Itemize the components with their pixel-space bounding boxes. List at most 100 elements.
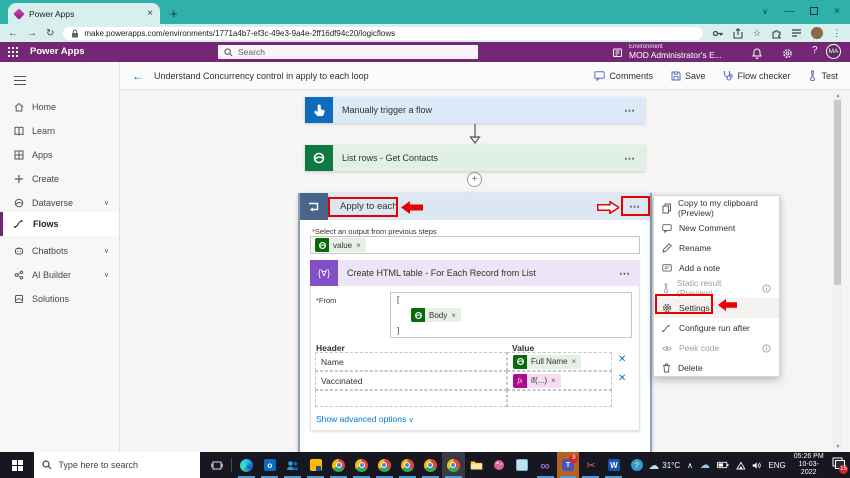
sidebar-item-solutions[interactable]: Solutions <box>0 288 119 310</box>
network-icon[interactable] <box>735 461 746 470</box>
extensions-puzzle-icon[interactable] <box>771 28 782 39</box>
taskbar-search-input[interactable]: Type here to search <box>34 452 200 478</box>
sidebar-hamburger-icon[interactable] <box>14 76 26 85</box>
value-token[interactable]: value × <box>315 238 366 252</box>
browser-back-icon[interactable]: ← <box>8 28 18 39</box>
bookmark-star-icon[interactable]: ☆ <box>752 28 762 39</box>
chrome-icon[interactable] <box>419 452 442 478</box>
insert-step-button[interactable]: + <box>467 172 482 187</box>
start-button[interactable] <box>0 452 34 478</box>
header-cell-empty[interactable] <box>315 390 507 407</box>
edge-icon[interactable] <box>235 452 258 478</box>
token-remove-icon[interactable]: × <box>451 311 456 320</box>
weather-widget[interactable]: ☁ 31°C <box>648 459 680 472</box>
output-field[interactable]: value × <box>310 236 640 254</box>
visual-studio-icon[interactable]: ∞ <box>534 452 557 478</box>
window-close-button[interactable]: × <box>834 6 840 17</box>
full-name-token[interactable]: Full Name × <box>513 354 582 369</box>
menu-item-new-comment[interactable]: New Comment <box>654 218 779 238</box>
sidebar-item-chatbots[interactable]: Chatbots ∨ <box>0 240 119 262</box>
trigger-card-menu-icon[interactable]: ⋯ <box>624 104 645 117</box>
outlook-icon[interactable]: o <box>258 452 281 478</box>
people-icon[interactable] <box>281 452 304 478</box>
url-field[interactable]: make.powerapps.com/environments/1771a4b7… <box>63 26 704 40</box>
teams-icon[interactable]: T 9 <box>556 452 580 478</box>
token-remove-icon[interactable]: × <box>571 357 576 366</box>
delete-row-icon[interactable]: ✕ <box>618 354 626 365</box>
token-remove-icon[interactable]: × <box>356 241 361 250</box>
value-cell[interactable]: fx if(...) × <box>507 371 612 390</box>
sidebar-item-dataverse[interactable]: Dataverse ∨ <box>0 192 119 214</box>
browser-menu-dots-icon[interactable]: ⋮ <box>832 28 842 39</box>
menu-item-add-note[interactable]: Add a note <box>654 258 779 278</box>
environment-picker[interactable]: Environment MOD Administrator's E... <box>612 44 722 60</box>
sidebar-item-apps[interactable]: Apps <box>0 144 119 166</box>
help-icon[interactable]: ? <box>812 45 818 56</box>
file-explorer-icon[interactable] <box>465 452 488 478</box>
sidebar-item-ai-builder[interactable]: AI Builder ∨ <box>0 264 119 286</box>
onedrive-cloud-icon[interactable]: ☁ <box>700 460 710 471</box>
sidebar-item-learn[interactable]: Learn <box>0 120 119 142</box>
snipping-tool-icon[interactable]: ✂ <box>579 452 602 478</box>
reading-list-icon[interactable] <box>791 28 802 39</box>
create-html-table-header[interactable]: {∀} Create HTML table - For Each Record … <box>310 260 640 286</box>
chrome-icon[interactable] <box>327 452 350 478</box>
trigger-card[interactable]: Manually trigger a flow ⋯ <box>305 97 645 123</box>
chrome-icon[interactable] <box>396 452 419 478</box>
account-avatar[interactable]: MA <box>826 44 841 59</box>
taskbar-clock[interactable]: 05:26 PM 10-03-2022 <box>793 453 825 477</box>
browser-profile-avatar[interactable] <box>811 27 823 39</box>
menu-item-configure-run-after[interactable]: Configure run after <box>654 318 779 338</box>
body-token[interactable]: Body × <box>411 308 461 322</box>
from-field[interactable]: [ Body × ] <box>390 292 632 338</box>
task-view-icon[interactable] <box>206 452 229 478</box>
word-icon[interactable]: W <box>602 452 625 478</box>
sticky-notes-icon[interactable] <box>304 452 327 478</box>
window-maximize-button[interactable] <box>810 7 819 15</box>
value-cell-empty[interactable] <box>507 390 612 407</box>
test-button[interactable]: Test <box>808 70 838 81</box>
create-html-table-menu-icon[interactable]: ⋯ <box>619 267 640 280</box>
scrollbar-thumb[interactable] <box>834 100 841 285</box>
tab-close-icon[interactable]: × <box>147 8 153 19</box>
comments-button[interactable]: Comments <box>594 71 653 81</box>
global-search-input[interactable]: Search <box>218 45 478 59</box>
action-center-icon[interactable]: 15 <box>832 457 848 474</box>
header-cell[interactable]: Name <box>315 352 507 371</box>
scroll-up-arrow[interactable]: ▲ <box>834 93 842 99</box>
token-remove-icon[interactable]: × <box>551 376 556 385</box>
tab-search-chevron-icon[interactable]: ∨ <box>762 7 768 16</box>
browser-forward-icon[interactable]: → <box>27 28 37 39</box>
chrome-icon[interactable] <box>350 452 373 478</box>
flow-checker-button[interactable]: Flow checker <box>723 70 790 81</box>
language-indicator[interactable]: ENG <box>768 461 785 470</box>
window-minimize-button[interactable]: — <box>784 6 794 17</box>
save-button[interactable]: Save <box>671 71 705 81</box>
battery-icon[interactable] <box>717 461 729 469</box>
paint3d-icon[interactable] <box>488 452 511 478</box>
browser-reload-icon[interactable]: ↻ <box>46 28 54 39</box>
sidebar-item-home[interactable]: Home <box>0 96 119 118</box>
new-tab-button[interactable]: + <box>170 6 178 21</box>
password-key-icon[interactable] <box>712 28 723 39</box>
expression-token[interactable]: fx if(...) × <box>513 373 561 388</box>
hidden-icons-chevron[interactable]: ∧ <box>687 461 693 470</box>
share-icon[interactable] <box>732 27 743 39</box>
delete-row-icon[interactable]: ✕ <box>618 373 626 384</box>
back-arrow-icon[interactable]: ← <box>132 69 144 83</box>
menu-item-delete[interactable]: Delete <box>654 358 779 378</box>
browser-tab[interactable]: Power Apps × <box>8 3 160 24</box>
sidebar-item-flows[interactable]: Flows <box>0 212 119 236</box>
list-rows-card[interactable]: List rows - Get Contacts ⋯ <box>305 145 645 171</box>
notepad-icon[interactable] <box>511 452 534 478</box>
waffle-menu-icon[interactable] <box>8 47 19 58</box>
show-advanced-options-link[interactable]: Show advanced options ∨ <box>316 414 414 424</box>
sidebar-item-create[interactable]: Create <box>0 168 119 190</box>
header-cell[interactable]: Vaccinated <box>315 371 507 390</box>
menu-item-copy-clipboard[interactable]: Copy to my clipboard (Preview) <box>654 198 779 218</box>
list-rows-card-menu-icon[interactable]: ⋯ <box>624 152 645 165</box>
menu-item-rename[interactable]: Rename <box>654 238 779 258</box>
value-cell[interactable]: Full Name × <box>507 352 612 371</box>
speaker-icon[interactable] <box>752 461 762 470</box>
scroll-down-arrow[interactable]: ▼ <box>834 444 842 450</box>
